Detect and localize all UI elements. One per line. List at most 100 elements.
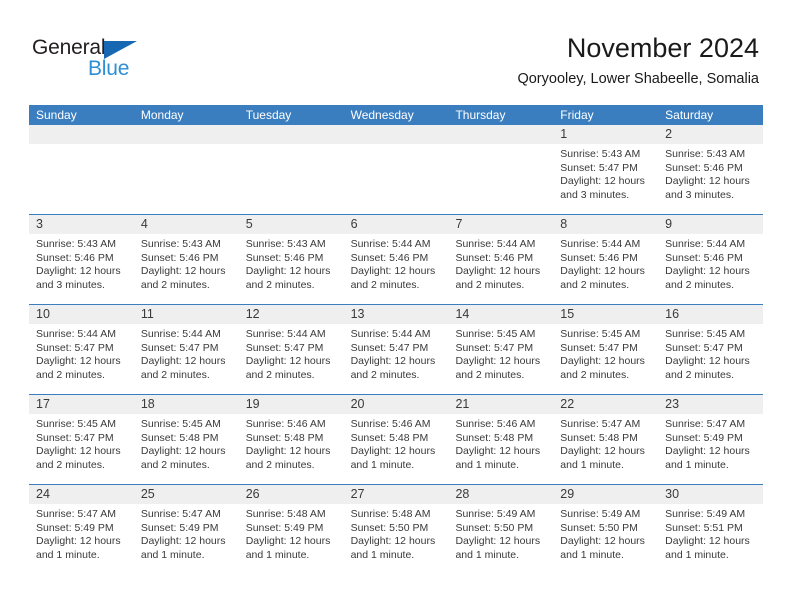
calendar-day-cell-empty: [448, 125, 554, 214]
calendar-day-cell[interactable]: 16 Sunrise: 5:45 AM Sunset: 5:47 PM Dayligh…: [658, 305, 764, 394]
day-number: 19: [245, 397, 260, 411]
day-number-strip: 3: [29, 215, 134, 234]
calendar-day-cell[interactable]: 4 Sunrise: 5:43 AM Sunset: 5:46 PM Daylight…: [133, 215, 239, 304]
generalblue-logo[interactable]: General Blue: [32, 36, 212, 86]
calendar-day-cell[interactable]: 5 Sunrise: 5:43 AM Sunset: 5:46 PM Daylight…: [238, 215, 344, 304]
sunset-time: Sunset: 5:47 PM: [36, 431, 114, 444]
calendar-day-cell[interactable]: 12 Sunrise: 5:44 AM Sunset: 5:47 PM Dayligh…: [238, 305, 344, 394]
day-number: 28: [455, 487, 470, 501]
day-number-strip: 17: [29, 395, 134, 414]
sunset-time: Sunset: 5:46 PM: [350, 251, 429, 264]
sunrise-time: Sunrise: 5:46 AM: [350, 418, 431, 430]
sunrise-time: Sunrise: 5:46 AM: [455, 418, 536, 430]
calendar-day-cell[interactable]: 2 Sunrise: 5:43 AM Sunset: 5:46 PM Daylight…: [658, 125, 764, 214]
day-number: 1: [560, 127, 568, 141]
day-number-strip: [448, 125, 554, 144]
calendar-day-cell[interactable]: 14 Sunrise: 5:45 AM Sunset: 5:47 PM Dayligh…: [448, 305, 554, 394]
daylight-duration-line2: and 1 minute.: [140, 548, 205, 561]
calendar-day-cell[interactable]: 28 Sunrise: 5:49 AM Sunset: 5:50 PM Dayligh…: [448, 485, 554, 574]
page-header: General Blue November 2024 Qoryooley, Lo…: [0, 0, 792, 104]
calendar-day-cell[interactable]: 1 Sunrise: 5:43 AM Sunset: 5:47 PM Daylight…: [553, 125, 659, 214]
day-details: Sunrise: 5:43 AM Sunset: 5:46 PM Daylight:…: [239, 234, 344, 292]
sunset-time: Sunset: 5:48 PM: [350, 431, 429, 444]
day-details: Sunrise: 5:44 AM Sunset: 5:46 PM Daylight:…: [553, 234, 658, 292]
weekday-header-friday: Friday: [560, 108, 594, 122]
sunset-time: Sunset: 5:47 PM: [36, 341, 114, 354]
day-number: 23: [665, 397, 680, 411]
day-number: 7: [455, 217, 463, 231]
calendar-day-cell[interactable]: 13 Sunrise: 5:44 AM Sunset: 5:47 PM Dayligh…: [343, 305, 449, 394]
day-number-strip: [343, 125, 449, 144]
day-number-strip: 8: [553, 215, 659, 234]
sunset-time: Sunset: 5:51 PM: [665, 521, 743, 534]
calendar-day-cell[interactable]: 10 Sunrise: 5:44 AM Sunset: 5:47 PM Dayligh…: [29, 305, 134, 394]
calendar-day-cell[interactable]: 3 Sunrise: 5:43 AM Sunset: 5:46 PM Daylight…: [29, 215, 134, 304]
day-details: Sunrise: 5:44 AM Sunset: 5:46 PM Daylight:…: [344, 234, 449, 292]
daylight-duration-line1: Daylight: 12 hours: [140, 355, 226, 368]
calendar-day-cell[interactable]: 15 Sunrise: 5:45 AM Sunset: 5:47 PM Dayligh…: [553, 305, 659, 394]
calendar-day-cell[interactable]: 29 Sunrise: 5:49 AM Sunset: 5:50 PM Dayligh…: [553, 485, 659, 574]
calendar-day-cell[interactable]: 20 Sunrise: 5:46 AM Sunset: 5:48 PM Dayligh…: [343, 395, 449, 484]
daylight-duration-line2: and 1 minute.: [350, 458, 415, 471]
calendar-day-cell[interactable]: 22 Sunrise: 5:47 AM Sunset: 5:48 PM Dayligh…: [553, 395, 659, 484]
daylight-duration-line1: Daylight: 12 hours: [665, 265, 750, 278]
day-details: Sunrise: 5:49 AM Sunset: 5:50 PM Daylight:…: [553, 504, 658, 562]
calendar-day-cell[interactable]: 8 Sunrise: 5:44 AM Sunset: 5:46 PM Daylight…: [553, 215, 659, 304]
daylight-duration-line1: Daylight: 12 hours: [350, 265, 436, 278]
sunrise-time: Sunrise: 5:49 AM: [665, 508, 746, 520]
day-number-strip: 26: [238, 485, 344, 504]
sunrise-time: Sunrise: 5:44 AM: [560, 238, 641, 250]
calendar-week-row: 17 Sunrise: 5:45 AM Sunset: 5:47 PM Dayligh…: [29, 394, 764, 484]
daylight-duration-line2: and 2 minutes.: [245, 368, 315, 381]
day-details: Sunrise: 5:47 AM Sunset: 5:49 PM Daylight:…: [29, 504, 134, 562]
daylight-duration-line1: Daylight: 12 hours: [560, 265, 645, 278]
day-details: Sunrise: 5:45 AM Sunset: 5:47 PM Daylight:…: [553, 324, 658, 382]
calendar-day-cell[interactable]: 11 Sunrise: 5:44 AM Sunset: 5:47 PM Dayligh…: [133, 305, 239, 394]
sunrise-time: Sunrise: 5:44 AM: [140, 328, 221, 340]
sunrise-time: Sunrise: 5:47 AM: [36, 508, 116, 520]
daylight-duration-line2: and 2 minutes.: [140, 278, 210, 291]
day-number: 3: [36, 217, 43, 231]
calendar-day-cell[interactable]: 7 Sunrise: 5:44 AM Sunset: 5:46 PM Daylight…: [448, 215, 554, 304]
daylight-duration-line1: Daylight: 12 hours: [245, 355, 331, 368]
day-details: Sunrise: 5:44 AM Sunset: 5:47 PM Daylight:…: [344, 324, 449, 382]
calendar-day-cell[interactable]: 6 Sunrise: 5:44 AM Sunset: 5:46 PM Daylight…: [343, 215, 449, 304]
calendar-day-cell[interactable]: 24 Sunrise: 5:47 AM Sunset: 5:49 PM Dayligh…: [29, 485, 134, 574]
calendar-day-cell[interactable]: 25 Sunrise: 5:47 AM Sunset: 5:49 PM Dayligh…: [133, 485, 239, 574]
calendar-day-cell[interactable]: 17 Sunrise: 5:45 AM Sunset: 5:47 PM Dayligh…: [29, 395, 134, 484]
calendar-day-cell[interactable]: 23 Sunrise: 5:47 AM Sunset: 5:49 PM Dayligh…: [658, 395, 764, 484]
sunrise-time: Sunrise: 5:43 AM: [665, 148, 746, 160]
sunrise-time: Sunrise: 5:45 AM: [560, 328, 641, 340]
calendar-day-cell[interactable]: 9 Sunrise: 5:44 AM Sunset: 5:46 PM Daylight…: [658, 215, 764, 304]
sunset-time: Sunset: 5:46 PM: [455, 251, 534, 264]
day-number: 11: [140, 307, 154, 321]
daylight-duration-line2: and 2 minutes.: [350, 278, 420, 291]
daylight-duration-line2: and 2 minutes.: [560, 278, 630, 291]
sunrise-time: Sunrise: 5:46 AM: [245, 418, 326, 430]
day-details: Sunrise: 5:43 AM Sunset: 5:46 PM Daylight:…: [658, 144, 763, 202]
calendar-weeks: 1 Sunrise: 5:43 AM Sunset: 5:47 PM Daylight…: [29, 125, 764, 574]
calendar-week-row: 3 Sunrise: 5:43 AM Sunset: 5:46 PM Daylight…: [29, 214, 764, 304]
calendar-day-cell[interactable]: 27 Sunrise: 5:48 AM Sunset: 5:50 PM Dayligh…: [343, 485, 449, 574]
day-details: Sunrise: 5:43 AM Sunset: 5:47 PM Daylight:…: [553, 144, 658, 202]
day-number: 26: [245, 487, 260, 501]
calendar-page: General Blue November 2024 Qoryooley, Lo…: [0, 0, 792, 612]
daylight-duration-line1: Daylight: 12 hours: [36, 535, 121, 548]
day-details: Sunrise: 5:45 AM Sunset: 5:48 PM Daylight:…: [134, 414, 239, 472]
calendar-day-cell[interactable]: 18 Sunrise: 5:45 AM Sunset: 5:48 PM Dayligh…: [133, 395, 239, 484]
daylight-duration-line2: and 1 minute.: [665, 548, 729, 561]
sunrise-time: Sunrise: 5:49 AM: [560, 508, 641, 520]
daylight-duration-line2: and 1 minute.: [245, 548, 310, 561]
calendar-day-cell[interactable]: 19 Sunrise: 5:46 AM Sunset: 5:48 PM Dayligh…: [238, 395, 344, 484]
day-details: Sunrise: 5:43 AM Sunset: 5:46 PM Daylight:…: [29, 234, 134, 292]
calendar-day-cell[interactable]: 30 Sunrise: 5:49 AM Sunset: 5:51 PM Dayligh…: [658, 485, 764, 574]
day-number-strip: 25: [133, 485, 239, 504]
day-number-strip: 21: [448, 395, 554, 414]
day-details: Sunrise: 5:48 AM Sunset: 5:49 PM Daylight:…: [239, 504, 344, 562]
day-number: 15: [560, 307, 575, 321]
calendar-day-cell[interactable]: 26 Sunrise: 5:48 AM Sunset: 5:49 PM Dayligh…: [238, 485, 344, 574]
calendar-week-row: 10 Sunrise: 5:44 AM Sunset: 5:47 PM Dayligh…: [29, 304, 764, 394]
calendar-day-cell[interactable]: 21 Sunrise: 5:46 AM Sunset: 5:48 PM Dayligh…: [448, 395, 554, 484]
daylight-duration-line2: and 2 minutes.: [350, 368, 420, 381]
day-number-strip: [29, 125, 134, 144]
